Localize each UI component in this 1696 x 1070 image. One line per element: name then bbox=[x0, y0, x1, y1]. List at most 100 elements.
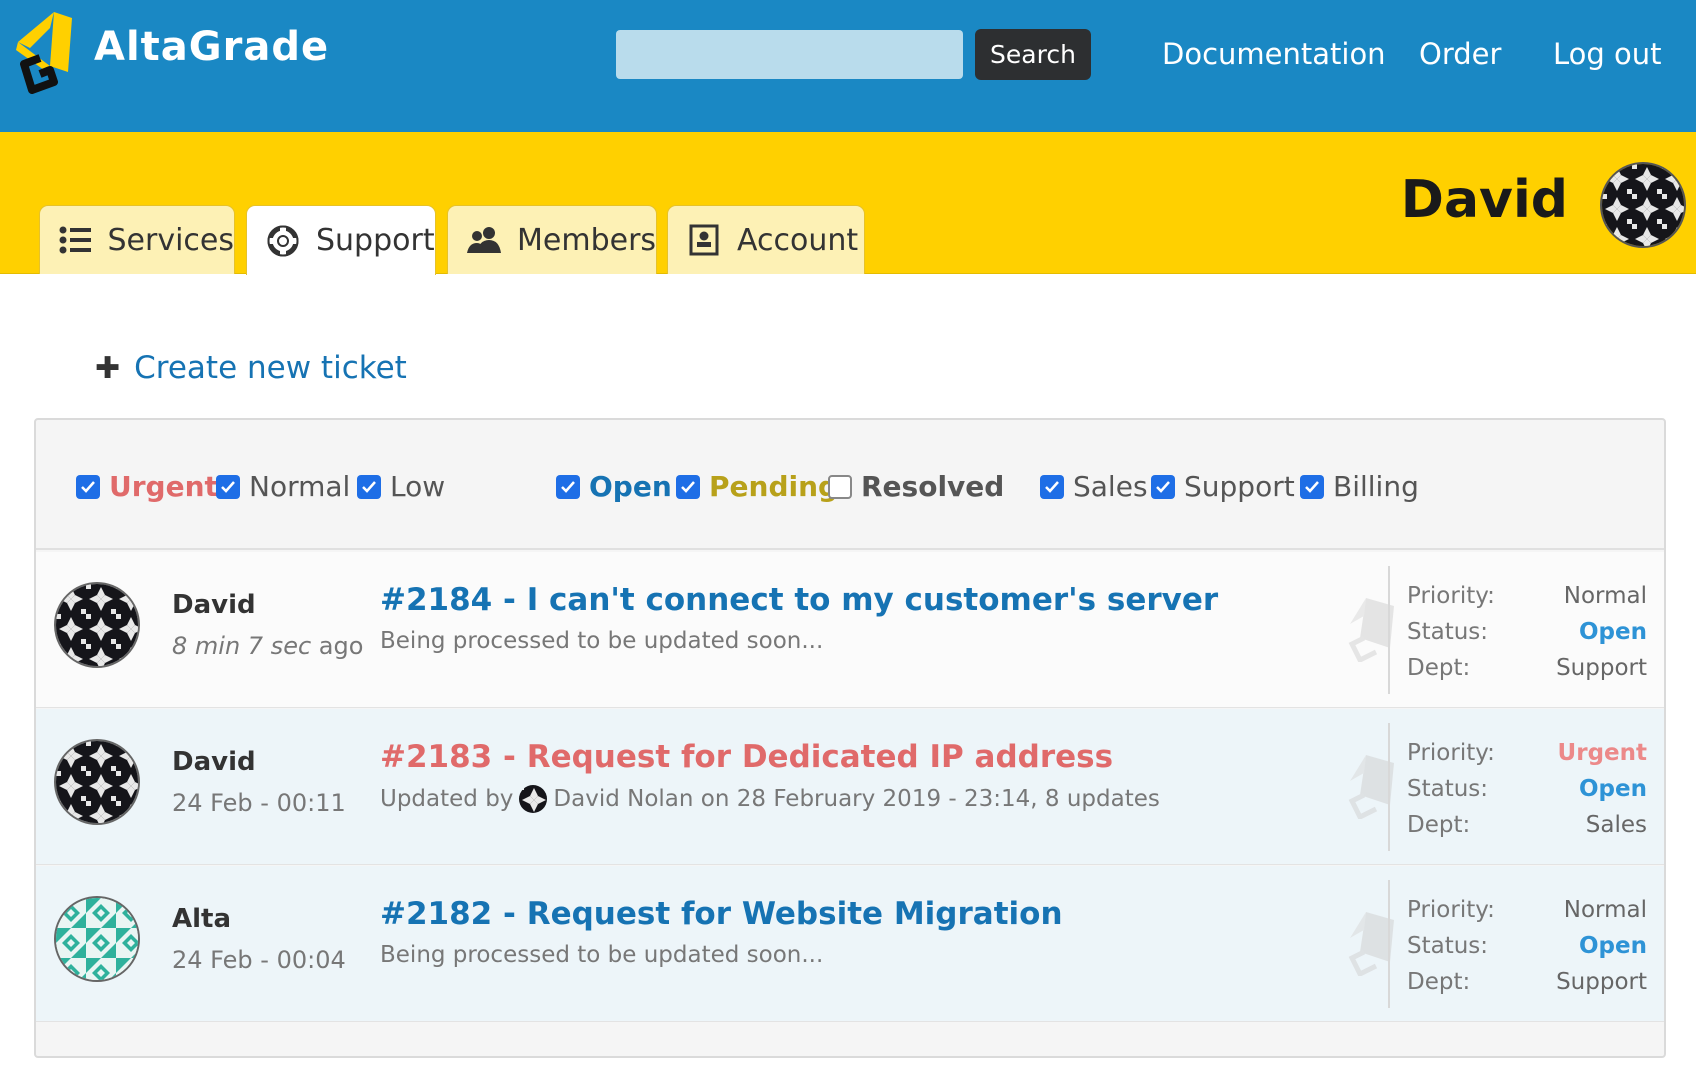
status-label: Status: bbox=[1407, 619, 1489, 645]
filter-pending[interactable]: Pending bbox=[676, 470, 838, 503]
priority-value: Normal bbox=[1563, 897, 1647, 923]
avatar bbox=[54, 896, 140, 982]
status-value: Open bbox=[1579, 933, 1647, 959]
ticket-time: 8 min 7 sec ago bbox=[172, 632, 363, 660]
priority-value: Normal bbox=[1563, 583, 1647, 609]
user-name[interactable]: David bbox=[1401, 170, 1568, 230]
updated-by-label: Updated by bbox=[380, 786, 514, 812]
tab-label: Members bbox=[517, 222, 657, 258]
avatar bbox=[54, 582, 140, 668]
status-label: Status: bbox=[1407, 776, 1489, 802]
checkbox-checked-icon[interactable] bbox=[676, 474, 700, 499]
top-navbar: AltaGrade Search Documentation Order Log… bbox=[0, 0, 1696, 132]
brand-name[interactable]: AltaGrade bbox=[94, 24, 329, 70]
status-label: Status: bbox=[1407, 933, 1489, 959]
avatar bbox=[54, 739, 140, 825]
logo-watermark-icon bbox=[1346, 751, 1398, 821]
dept-value: Support bbox=[1556, 969, 1647, 995]
priority-label: Priority: bbox=[1407, 583, 1495, 609]
filter-label: Normal bbox=[249, 470, 351, 503]
ticket-time-relative: 8 min 7 sec bbox=[172, 632, 312, 660]
filter-support[interactable]: Support bbox=[1151, 470, 1295, 503]
status-value: Open bbox=[1579, 776, 1647, 802]
ticket-meta: Priority: Normal Status: Open Dept: Support bbox=[1407, 892, 1647, 1000]
filter-normal[interactable]: Normal bbox=[216, 470, 350, 503]
checkbox-checked-icon[interactable] bbox=[1040, 474, 1064, 499]
checkbox-checked-icon[interactable] bbox=[556, 474, 580, 499]
dept-value: Sales bbox=[1585, 812, 1647, 838]
filter-low[interactable]: Low bbox=[357, 470, 445, 503]
tab-support[interactable]: Support bbox=[246, 205, 436, 275]
checkbox-unchecked-icon[interactable] bbox=[828, 474, 852, 499]
priority-label: Priority: bbox=[1407, 740, 1495, 766]
search-input[interactable] bbox=[616, 30, 963, 79]
logo-watermark-icon bbox=[1346, 908, 1398, 978]
priority-label: Priority: bbox=[1407, 897, 1495, 923]
ticket-time-suffix: ago bbox=[311, 632, 364, 660]
meta-divider bbox=[1388, 880, 1390, 1008]
ticket-title-link[interactable]: #2182 - Request for Website Migration bbox=[380, 896, 1063, 932]
ticket-time: 24 Feb - 00:11 bbox=[172, 789, 346, 817]
list-icon bbox=[59, 223, 92, 257]
search-button[interactable]: Search bbox=[975, 29, 1091, 80]
ticket-meta: Priority: Urgent Status: Open Dept: Sales bbox=[1407, 735, 1647, 843]
ticket-title-link[interactable]: #2183 - Request for Dedicated IP address bbox=[380, 739, 1113, 775]
ticket-time: 24 Feb - 00:04 bbox=[172, 946, 346, 974]
filter-label: Open bbox=[589, 470, 672, 503]
ticket-author: Alta bbox=[172, 904, 232, 934]
members-icon bbox=[467, 223, 501, 257]
nav-logout-link[interactable]: Log out bbox=[1553, 37, 1662, 71]
altagrade-logo-icon[interactable] bbox=[10, 8, 80, 94]
filter-urgent[interactable]: Urgent bbox=[76, 470, 218, 503]
ticket-author: David bbox=[172, 747, 256, 777]
ticket-author: David bbox=[172, 590, 256, 620]
ticket-meta: Priority: Normal Status: Open Dept: Support bbox=[1407, 578, 1647, 686]
filter-label: Support bbox=[1184, 470, 1295, 503]
ticket-filters: Urgent Normal Low Open Pending Resolved … bbox=[36, 420, 1664, 550]
checkbox-checked-icon[interactable] bbox=[1151, 474, 1175, 499]
filter-sales[interactable]: Sales bbox=[1040, 470, 1148, 503]
ticket-row[interactable]: David 24 Feb - 00:11 #2183 - Request for… bbox=[36, 709, 1664, 865]
filter-label: Resolved bbox=[861, 470, 1005, 503]
dept-value: Support bbox=[1556, 655, 1647, 681]
nav-order-link[interactable]: Order bbox=[1419, 37, 1501, 71]
tab-account[interactable]: Account bbox=[667, 205, 865, 274]
ticket-row[interactable]: David 8 min 7 sec ago #2184 - I can't co… bbox=[36, 552, 1664, 708]
tickets-panel: Urgent Normal Low Open Pending Resolved … bbox=[34, 418, 1666, 1058]
filter-open[interactable]: Open bbox=[556, 470, 672, 503]
tab-services[interactable]: Services bbox=[39, 205, 235, 274]
create-ticket-link[interactable]: ✚ Create new ticket bbox=[95, 350, 407, 386]
checkbox-checked-icon[interactable] bbox=[1300, 474, 1324, 499]
logo-watermark-icon bbox=[1346, 594, 1398, 664]
ticket-title-link[interactable]: #2184 - I can't connect to my customer's… bbox=[380, 582, 1218, 618]
filter-billing[interactable]: Billing bbox=[1300, 470, 1419, 503]
filter-label: Urgent bbox=[109, 470, 218, 503]
filter-label: Pending bbox=[709, 470, 839, 503]
status-value: Open bbox=[1579, 619, 1647, 645]
tab-label: Support bbox=[316, 223, 435, 258]
meta-divider bbox=[1388, 566, 1390, 694]
checkbox-checked-icon[interactable] bbox=[76, 474, 100, 499]
dept-label: Dept: bbox=[1407, 812, 1471, 838]
avatar[interactable] bbox=[1600, 162, 1686, 248]
tab-label: Account bbox=[737, 222, 859, 258]
tab-label: Services bbox=[107, 222, 234, 258]
ticket-subtitle: Being processed to be updated soon... bbox=[380, 942, 824, 968]
plus-icon: ✚ bbox=[95, 350, 121, 386]
checkbox-checked-icon[interactable] bbox=[357, 474, 381, 499]
dept-label: Dept: bbox=[1407, 655, 1471, 681]
checkbox-checked-icon[interactable] bbox=[216, 474, 240, 499]
meta-divider bbox=[1388, 723, 1390, 851]
avatar bbox=[519, 785, 548, 813]
filter-label: Billing bbox=[1333, 470, 1419, 503]
ticket-row[interactable]: Alta 24 Feb - 00:04 #2182 - Request for … bbox=[36, 866, 1664, 1022]
ticket-subtitle: Being processed to be updated soon... bbox=[380, 628, 824, 654]
nav-documentation-link[interactable]: Documentation bbox=[1162, 37, 1386, 71]
account-card-icon bbox=[687, 223, 721, 257]
tab-members[interactable]: Members bbox=[447, 205, 657, 274]
ticket-subtitle: Updated by David Nolan on 28 February 20… bbox=[380, 785, 1160, 813]
priority-value: Urgent bbox=[1557, 740, 1647, 766]
filter-resolved[interactable]: Resolved bbox=[828, 470, 1004, 503]
dept-label: Dept: bbox=[1407, 969, 1471, 995]
lifebuoy-icon bbox=[266, 224, 300, 258]
